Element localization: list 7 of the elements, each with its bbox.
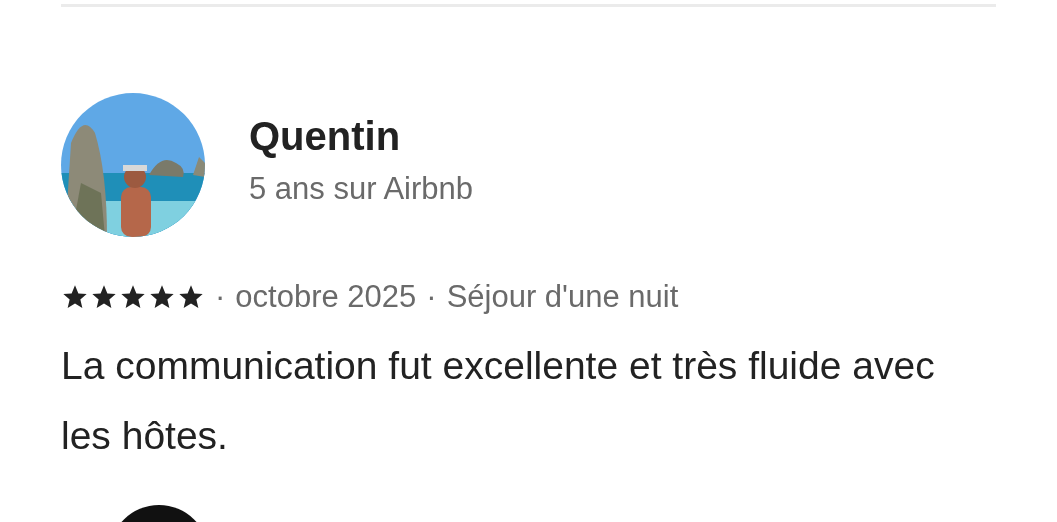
review-date: octobre 2025 xyxy=(235,279,417,315)
review-text: La communication fut excellente et très fluide avec les hôtes. xyxy=(61,343,936,459)
stay-length: Séjour d'une nuit xyxy=(446,279,679,315)
separator: · xyxy=(426,279,437,315)
separator: · xyxy=(215,279,226,315)
reviewer-name: Quentin xyxy=(249,113,402,159)
reviewer-tenure: 5 ans sur Airbnb xyxy=(249,170,474,207)
